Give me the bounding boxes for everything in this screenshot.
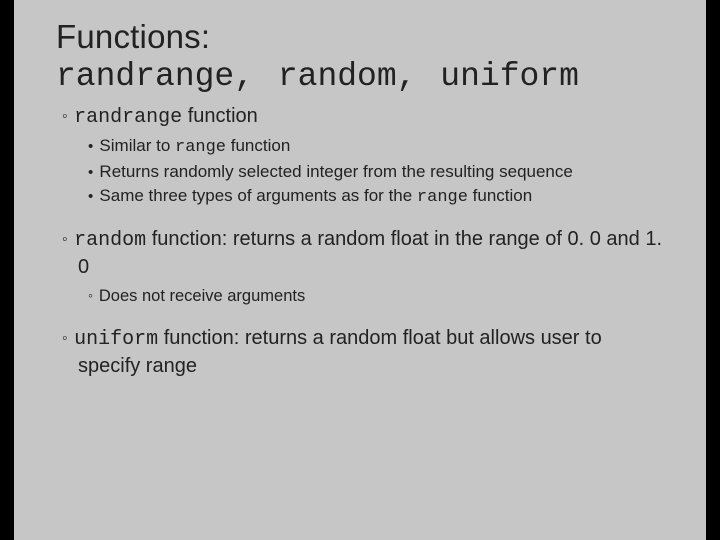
text-randrange: function	[182, 105, 258, 127]
code-random: random	[74, 229, 146, 252]
code-range: range	[175, 138, 226, 157]
subtext: Does not receive arguments	[99, 287, 305, 305]
subbullet-returns: Returns randomly selected integer from t…	[56, 161, 666, 183]
title-code-random: random	[278, 58, 397, 95]
slide-outer: Functions: randrange, random, uniform ra…	[0, 0, 720, 540]
subtext-post: function	[226, 136, 290, 155]
subtext-post: function	[468, 186, 532, 205]
code-randrange: randrange	[74, 106, 182, 129]
title-line1: Functions:	[56, 18, 666, 56]
subbullet-similar: Similar to range function	[56, 135, 666, 159]
subtext: Returns randomly selected integer from t…	[99, 162, 572, 181]
title-code-randrange: randrange	[56, 58, 234, 95]
bullets: randrange function Similar to range func…	[56, 103, 666, 379]
bullet-uniform: uniform function: returns a random float…	[56, 325, 666, 379]
title-code-uniform: uniform	[440, 58, 579, 95]
subtext: Similar to	[99, 136, 175, 155]
text-random: function: returns a random float in the …	[78, 228, 662, 278]
title-sep1: ,	[234, 58, 278, 95]
title-sep2: ,	[397, 58, 441, 95]
slide-content: Functions: randrange, random, uniform ra…	[14, 0, 706, 540]
subtext: Same three types of arguments as for the	[99, 186, 417, 205]
bullet-random: random function: returns a random float …	[56, 226, 666, 280]
bullet-randrange: randrange function	[56, 103, 666, 131]
code-range: range	[417, 188, 468, 207]
code-uniform: uniform	[74, 328, 158, 351]
title-line2: randrange, random, uniform	[56, 58, 666, 95]
subbullet-no-args: Does not receive arguments	[56, 286, 666, 307]
subbullet-same-args: Same three types of arguments as for the…	[56, 185, 666, 209]
